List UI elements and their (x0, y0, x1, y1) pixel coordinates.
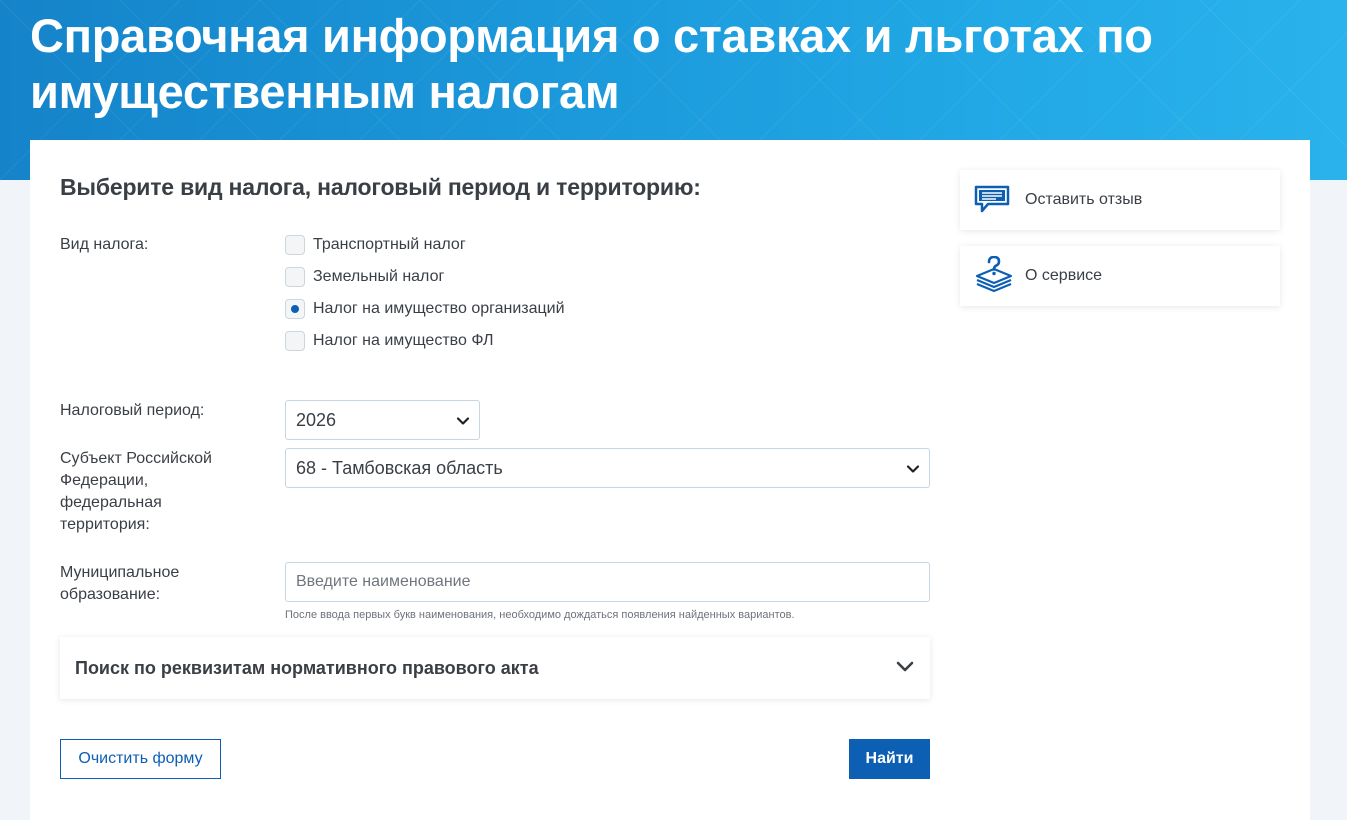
chevron-down-icon (456, 417, 470, 425)
tax-option-org-property[interactable]: Налог на имущество организаций (285, 298, 565, 320)
option-label: Налог на имущество организаций (313, 300, 565, 317)
tax-option-land[interactable]: Земельный налог (285, 266, 444, 288)
search-form-card: Выберите вид налога, налоговый период и … (30, 140, 1310, 820)
tax-type-label: Вид налога: (60, 236, 149, 253)
chevron-down-icon (906, 465, 920, 473)
about-question-icon (975, 256, 1013, 293)
page-title: Справочная информация о ставках и льгота… (30, 9, 1153, 118)
accordion-title: Поиск по реквизитам нормативного правово… (75, 657, 539, 678)
checkbox-checked[interactable] (285, 299, 305, 319)
municipality-hint: После ввода первых букв наименования, не… (285, 609, 795, 621)
tax-option-transport[interactable]: Транспортный налог (285, 234, 466, 256)
region-value: 68 - Тамбовская область (296, 457, 503, 478)
option-label: Транспортный налог (313, 236, 466, 253)
clear-form-button[interactable]: Очистить форму (60, 739, 221, 779)
chevron-down-icon (896, 661, 914, 672)
legal-act-search-accordion[interactable]: Поиск по реквизитам нормативного правово… (60, 637, 930, 699)
about-label: О сервисе (1025, 267, 1103, 284)
option-label: Земельный налог (313, 268, 445, 285)
municipality-input[interactable] (285, 562, 930, 602)
checkbox[interactable] (285, 235, 305, 255)
checkbox[interactable] (285, 331, 305, 351)
option-label: Налог на имущество ФЛ (313, 332, 494, 349)
region-label: Субъект Российской Федерации, федеральна… (60, 450, 212, 533)
tax-period-value: 2026 (296, 409, 337, 430)
region-select[interactable]: 68 - Тамбовская область (285, 448, 930, 488)
checkbox[interactable] (285, 267, 305, 287)
find-button[interactable]: Найти (849, 739, 930, 779)
tax-period-label: Налоговый период: (60, 402, 205, 419)
feedback-label: Оставить отзыв (1025, 191, 1143, 208)
tax-period-select[interactable]: 2026 (285, 400, 480, 440)
municipality-label: Муниципальное образование: (60, 564, 180, 603)
feedback-chat-icon (974, 185, 1010, 213)
feedback-button[interactable]: Оставить отзыв (960, 170, 1280, 230)
about-service-button[interactable]: О сервисе (960, 246, 1280, 306)
tax-option-personal-property[interactable]: Налог на имущество ФЛ (285, 330, 493, 352)
form-heading: Выберите вид налога, налоговый период и … (60, 174, 701, 200)
